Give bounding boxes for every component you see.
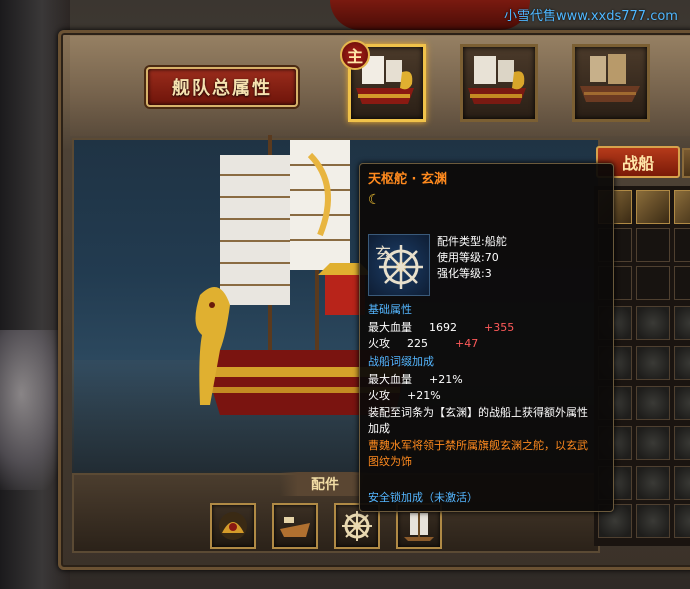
inventory-locked-slot[interactable] [636,346,670,380]
inventory-locked-slot[interactable] [674,426,690,460]
item-tooltip: 天枢舵 · 玄渊 ☾ 玄 配件类型:船舵 使用等级:70 强化等级:3 基础属性… [359,163,614,512]
stat-value: 225 [407,337,428,350]
set-bonus-line-2: 加成 [368,422,390,435]
affix-stat-hp: 最大血量 +21% [368,372,463,388]
inventory-locked-slot[interactable] [674,346,690,380]
description-line-2: 图纹为饰 [368,455,412,468]
part-slot-1[interactable] [210,503,256,549]
ship-slot-2[interactable] [460,44,538,122]
base-stat-hp: 最大血量 1692 +355 [368,320,514,336]
stat-label: 火攻 [368,337,390,350]
hull-part-icon [280,517,310,537]
figurehead-part-icon [219,512,247,540]
parts-label: 配件 [280,472,370,496]
base-attributes-heading: 基础属性 [368,303,412,316]
inventory-locked-slot[interactable] [636,426,670,460]
stat-bonus: +47 [455,337,479,350]
safety-lock-status: 安全锁加成（未激活） [368,491,478,504]
icon-glyph: 玄 [375,244,391,263]
rudder-wheel-icon: 玄 [368,234,430,296]
inventory-slot[interactable] [674,228,690,262]
set-bonus-line-1: 装配至词条为【玄渊】的战船上获得额外属性 [368,406,588,419]
stat-label: 火攻 [368,389,390,402]
inventory-item[interactable] [674,190,690,224]
inventory-locked-slot[interactable] [674,306,690,340]
description-line-1: 曹魏水军将领于禁所属旗舰玄渊之舵，以玄武 [368,439,588,452]
inventory-locked-slot[interactable] [636,504,670,538]
tooltip-title: 天枢舵 · 玄渊 [368,172,447,187]
junk-ship-icon [580,54,640,102]
affix-stat-fire: 火攻 +21% [368,388,441,404]
inventory-slot[interactable] [674,266,690,300]
main-ship-badge: 主 [340,40,370,70]
ship-slot-3[interactable] [572,44,650,122]
part-type: 配件类型:船舵 [437,235,507,248]
stat-value: +21% [407,389,441,402]
affix-bonus-heading: 战船词缀加成 [368,355,434,368]
tab-next[interactable] [682,148,690,178]
inventory-locked-slot[interactable] [636,306,670,340]
top-banner-decoration [330,0,530,30]
inventory-locked-slot[interactable] [636,466,670,500]
use-level: 使用等级:70 [437,251,499,264]
fleet-total-attributes-button[interactable]: 舰队总属性 [146,67,298,107]
inventory-locked-slot[interactable] [674,386,690,420]
inventory-locked-slot[interactable] [636,386,670,420]
inventory-locked-slot[interactable] [674,466,690,500]
inventory-slot[interactable] [636,266,670,300]
inventory-item[interactable] [636,190,670,224]
dragon-ship-icon [468,56,526,104]
part-slot-2[interactable] [272,503,318,549]
base-stat-fire: 火攻 225 +47 [368,336,478,352]
enhance-level: 强化等级:3 [437,267,492,280]
stat-label: 最大血量 [368,321,412,334]
stat-value: +21% [429,373,463,386]
inventory-slot[interactable] [636,228,670,262]
stat-value: 1692 [429,321,457,334]
rudder-wheel-part-icon [342,511,372,541]
inventory-locked-slot[interactable] [674,504,690,538]
watermark-text: 小雪代售www.xxds777.com [504,9,678,24]
sail-part-icon [404,511,434,541]
stat-bonus: +355 [484,321,515,334]
crescent-moon-icon: ☾ [368,192,381,208]
stat-label: 最大血量 [368,373,412,386]
tooltip-meta: 配件类型:船舵 使用等级:70 强化等级:3 [437,234,507,282]
